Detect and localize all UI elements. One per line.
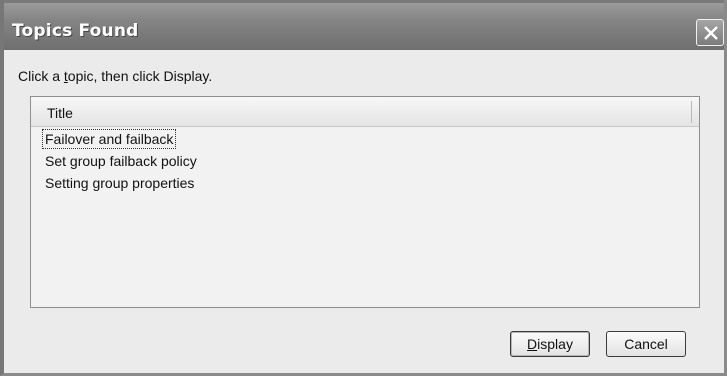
display-button[interactable]: Display	[510, 331, 590, 357]
display-accelerator: D	[527, 336, 538, 352]
list-item[interactable]: Set group failback policy	[31, 150, 699, 172]
topics-list[interactable]: Title Failover and failback Set group fa…	[30, 96, 700, 308]
list-item[interactable]: Setting group properties	[31, 172, 699, 194]
title-bar[interactable]: Topics Found	[4, 0, 724, 50]
topics-found-dialog: Topics Found Click a topic, then click D…	[0, 0, 727, 376]
list-item-label: Failover and failback	[41, 129, 177, 149]
instruction-text: Click a topic, then click Display.	[18, 68, 212, 84]
list-item-label: Set group failback policy	[45, 153, 197, 169]
display-label-rest: isplay	[537, 336, 573, 352]
instruction-before: Click a	[18, 68, 64, 84]
column-divider[interactable]	[691, 101, 692, 123]
dialog-title: Topics Found	[12, 21, 139, 41]
close-button[interactable]	[696, 19, 724, 46]
list-item[interactable]: Failover and failback	[31, 128, 699, 150]
list-rows: Failover and failback Set group failback…	[31, 128, 699, 194]
column-header-title[interactable]: Title	[47, 105, 73, 121]
close-icon	[704, 26, 718, 40]
list-item-label: Setting group properties	[45, 175, 195, 191]
cancel-button[interactable]: Cancel	[606, 331, 686, 357]
instruction-after: opic, then click Display.	[67, 68, 213, 84]
list-header: Title	[31, 97, 699, 127]
